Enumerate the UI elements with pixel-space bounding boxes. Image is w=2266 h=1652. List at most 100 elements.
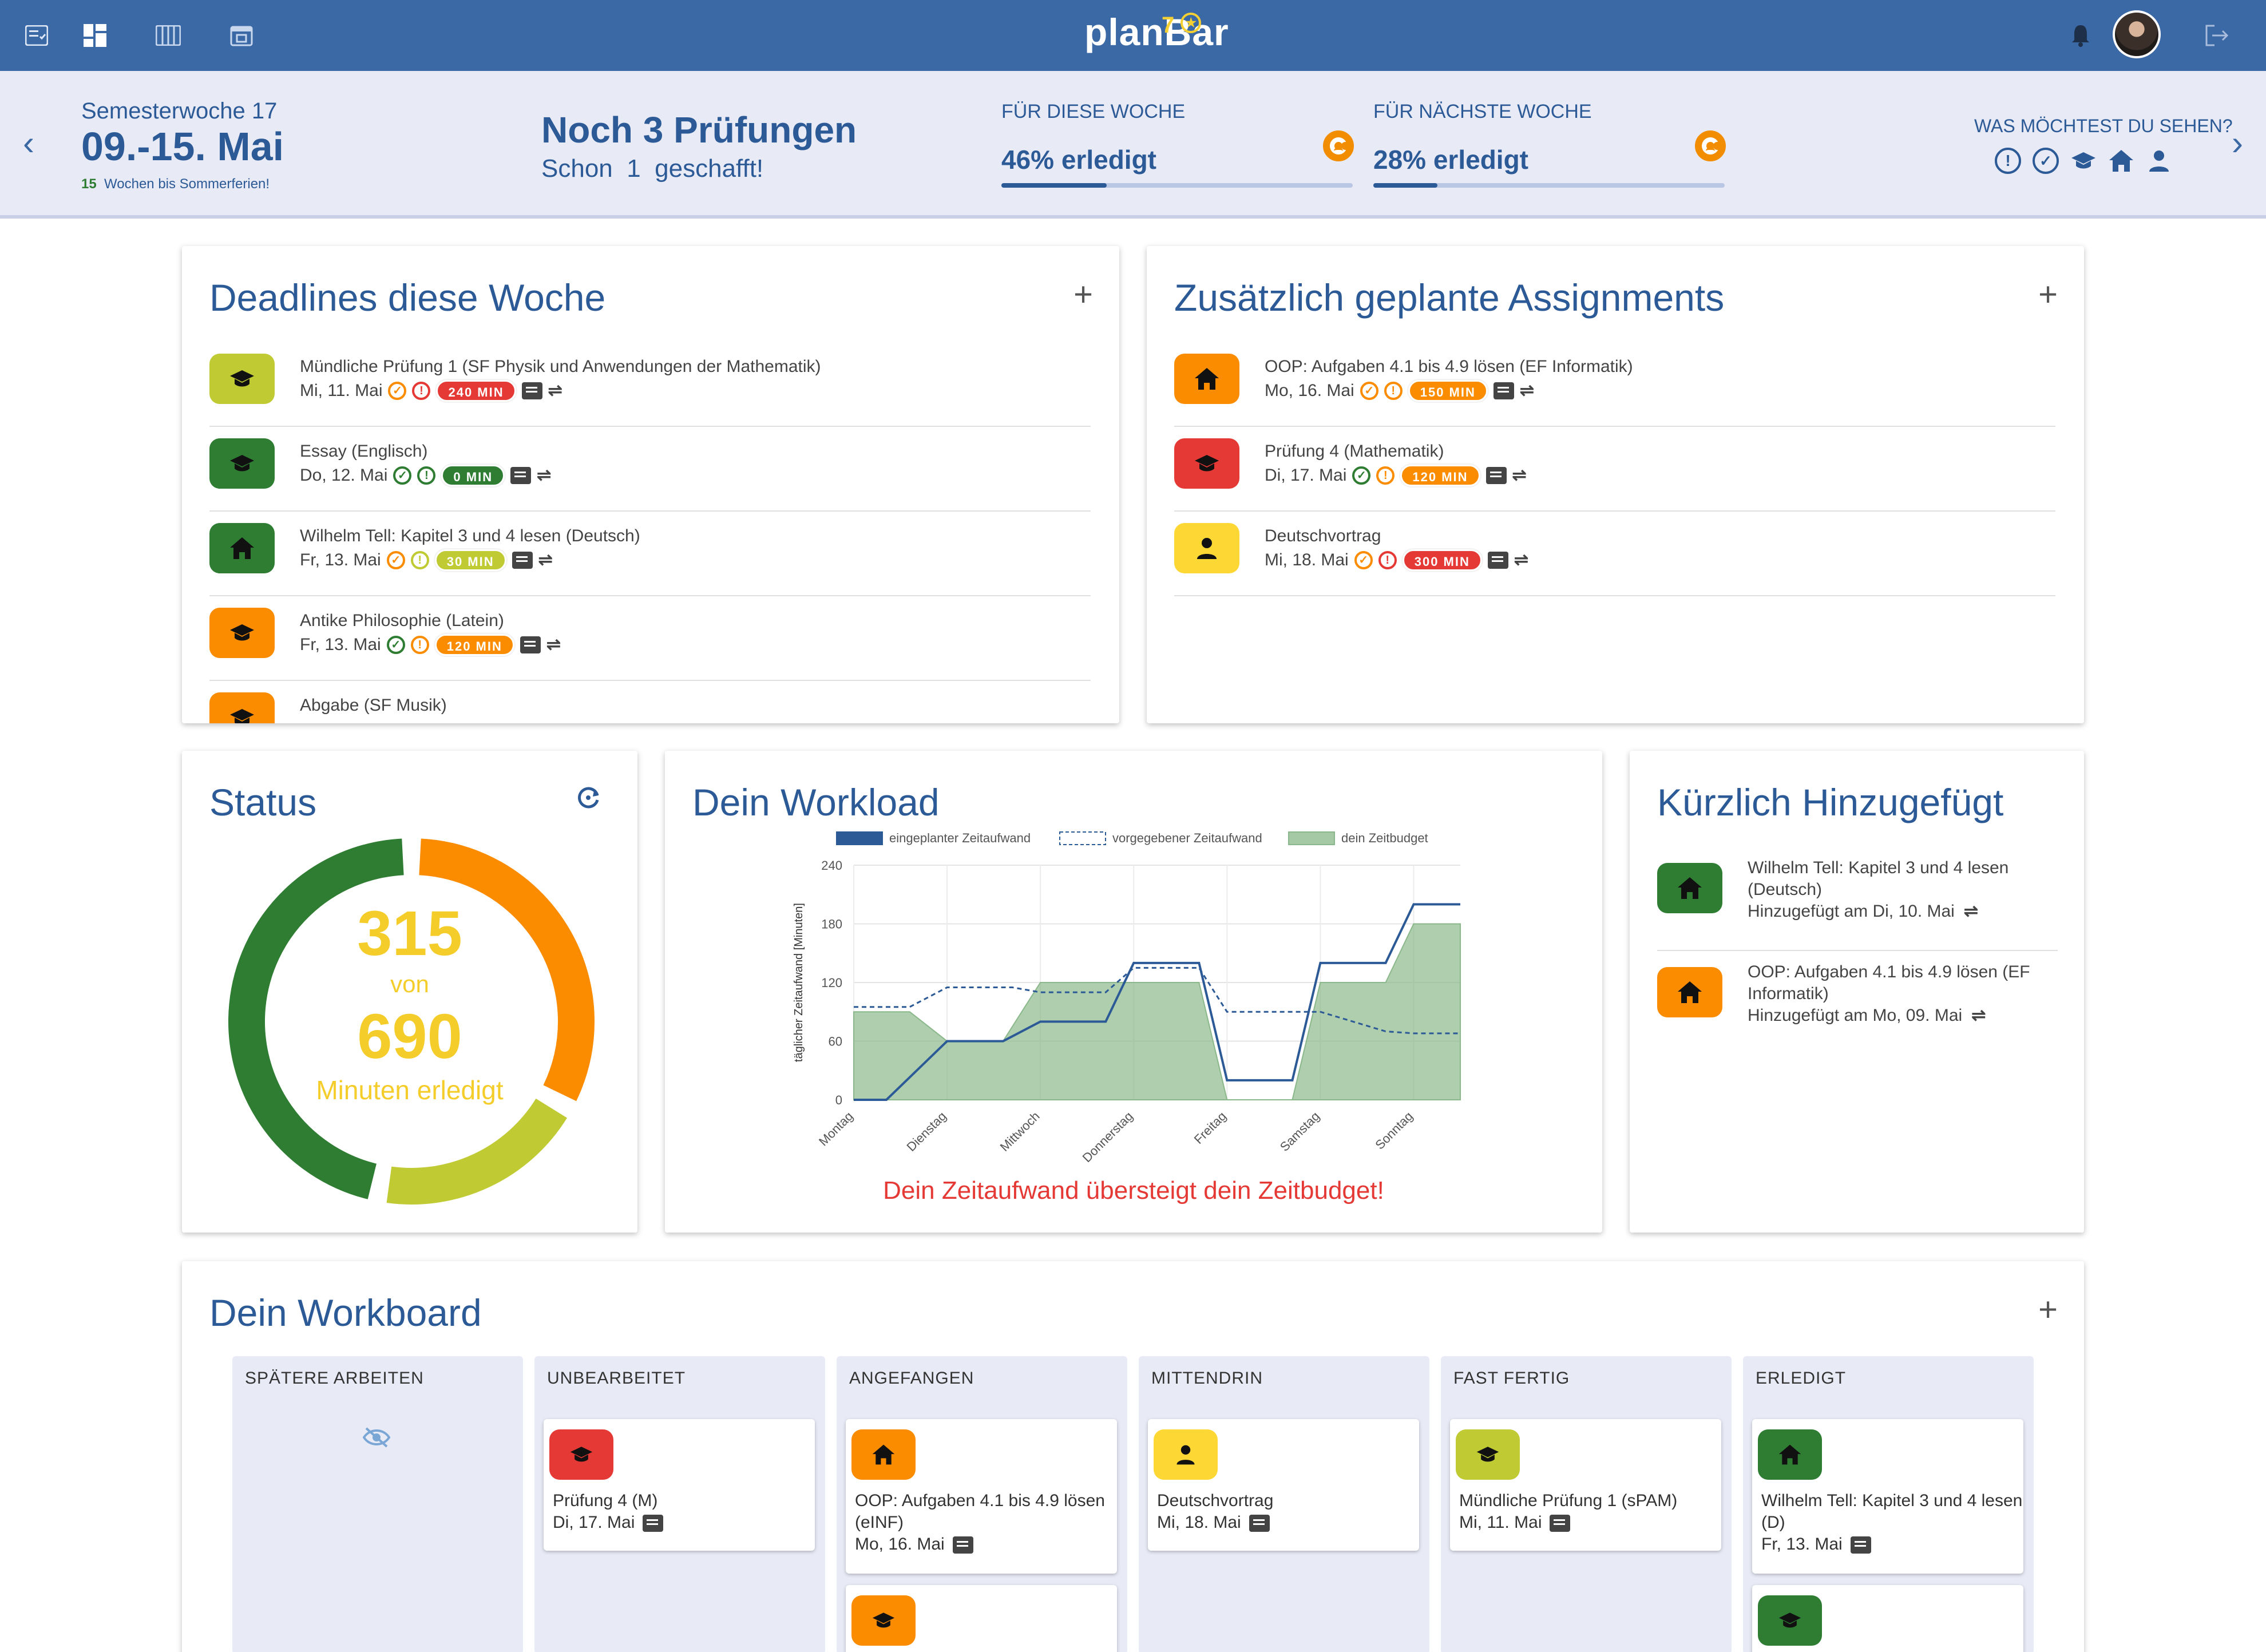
check-circle-icon[interactable]: ✓ bbox=[2033, 148, 2059, 174]
notes-icon[interactable] bbox=[1850, 1536, 1871, 1554]
workload-chart: eingeplanter Zeitaufwand vorgegebener Zei… bbox=[793, 831, 1461, 1163]
deadlines-card: Deadlines diese Woche + Mündliche Prüfun… bbox=[182, 246, 1119, 723]
exclamation-icon[interactable]: ! bbox=[1995, 148, 2021, 174]
y-tick-label: 180 bbox=[821, 917, 842, 932]
card-date-row: Fr, 13. Mai bbox=[1761, 1534, 2022, 1555]
list-item[interactable]: Deutschvortrag Mi, 18. Mai ✓! 300 MIN ⇌ bbox=[1174, 512, 2055, 596]
dashboard-icon[interactable] bbox=[79, 19, 111, 51]
list-item[interactable]: Abgabe (SF Musik) bbox=[209, 681, 1091, 723]
refresh-icon[interactable] bbox=[575, 784, 602, 814]
notes-icon[interactable] bbox=[643, 1515, 664, 1532]
link-icon[interactable]: ⇌ bbox=[1971, 1005, 1986, 1027]
calendar-icon[interactable] bbox=[225, 19, 258, 51]
x-tick-label: Donnerstag bbox=[1080, 1109, 1136, 1163]
logout-icon[interactable] bbox=[2201, 19, 2233, 51]
check-circle-icon[interactable]: ✓ bbox=[1354, 551, 1373, 569]
check-circle-icon[interactable]: ✓ bbox=[386, 636, 405, 654]
exclamation-icon[interactable]: ! bbox=[1378, 551, 1397, 569]
link-icon[interactable]: ⇌ bbox=[538, 548, 553, 572]
list-check-icon[interactable] bbox=[21, 19, 53, 51]
link-icon[interactable]: ⇌ bbox=[537, 463, 551, 488]
previous-week-arrow-icon[interactable]: ‹ bbox=[11, 126, 46, 160]
calendar-grid-icon[interactable] bbox=[152, 19, 184, 51]
link-icon[interactable]: ⇌ bbox=[546, 633, 561, 657]
item-text: Antike Philosophie (Latein) Fr, 13. Mai ✓!… bbox=[300, 609, 561, 657]
weeks-until-holidays: 15 Wochen bis Sommerferien! bbox=[81, 176, 270, 192]
notes-icon[interactable] bbox=[1550, 1515, 1571, 1532]
add-workboard-item-button[interactable]: + bbox=[2034, 1293, 2062, 1326]
workboard-column: ERLEDIGT Wilhelm Tell: Kapitel 3 und 4 le… bbox=[1743, 1356, 2034, 1652]
workboard-card-item[interactable]: Deutschvortrag Mi, 18. Mai bbox=[1148, 1419, 1419, 1551]
list-item[interactable]: Mündliche Prüfung 1 (SF Physik und Anwen… bbox=[209, 342, 1091, 427]
exclamation-icon[interactable]: ! bbox=[1384, 382, 1403, 400]
bell-icon[interactable] bbox=[2065, 19, 2097, 51]
donut-segment-lime bbox=[386, 1098, 567, 1205]
notes-icon[interactable] bbox=[952, 1536, 973, 1554]
recent-item[interactable]: Wilhelm Tell: Kapitel 3 und 4 lesen (Deut… bbox=[1657, 848, 2058, 951]
list-item[interactable]: Wilhelm Tell: Kapitel 3 und 4 lesen (Deu… bbox=[209, 512, 1091, 596]
home-icon bbox=[851, 1429, 916, 1480]
item-date: Mi, 11. Mai bbox=[300, 381, 383, 400]
workboard-card-item[interactable]: Wilhelm Tell: Kapitel 3 und 4 lesen (D) Fr… bbox=[1752, 1419, 2023, 1574]
column-header: UNBEARBEITET bbox=[547, 1369, 686, 1388]
minutes-done: 315 bbox=[357, 898, 462, 969]
list-item[interactable]: Prüfung 4 (Mathematik) Di, 17. Mai ✓! 120 M… bbox=[1174, 427, 2055, 512]
workboard-title: Dein Workboard bbox=[209, 1292, 482, 1334]
link-icon[interactable]: ⇌ bbox=[1520, 379, 1534, 403]
workboard-card-item[interactable]: OOP: Aufgaben 4.1 bis 4.9 lösen (eINF) Mo,… bbox=[846, 1419, 1117, 1574]
notes-icon[interactable] bbox=[1493, 382, 1514, 399]
column-header: ERLEDIGT bbox=[1756, 1369, 1847, 1388]
notes-icon[interactable] bbox=[521, 382, 542, 399]
status-card: Status 315 von 690 Minuten erledigt bbox=[182, 751, 637, 1233]
check-circle-icon[interactable]: ✓ bbox=[386, 551, 405, 569]
item-text: Essay (Englisch) Do, 12. Mai ✓! 0 MIN ⇌ bbox=[300, 439, 551, 488]
list-item[interactable]: OOP: Aufgaben 4.1 bis 4.9 lösen (EF Info… bbox=[1174, 342, 2055, 427]
workboard-card-text: Wilhelm Tell: Kapitel 3 und 4 lesen (D) Fr… bbox=[1761, 1490, 2022, 1555]
eye-off-icon[interactable] bbox=[362, 1427, 391, 1451]
item-title: Abgabe (SF Musik) bbox=[300, 696, 447, 715]
next-week-progress bbox=[1373, 183, 1725, 188]
workboard-card-item[interactable]: Prüfung 4 (M) Di, 17. Mai bbox=[544, 1419, 815, 1551]
exclamation-icon[interactable]: ! bbox=[410, 636, 429, 654]
person-icon[interactable] bbox=[2146, 148, 2172, 177]
x-tick-label: Dienstag bbox=[904, 1109, 949, 1154]
next-week-arrow-icon[interactable]: › bbox=[2220, 126, 2255, 160]
workboard-card-item[interactable] bbox=[846, 1585, 1117, 1652]
notes-icon[interactable] bbox=[512, 552, 533, 569]
home-icon bbox=[209, 523, 275, 573]
check-circle-icon[interactable]: ✓ bbox=[1352, 466, 1371, 485]
item-meta: Mi, 11. Mai ✓! 240 MIN ⇌ bbox=[300, 379, 821, 403]
check-circle-icon[interactable]: ✓ bbox=[388, 382, 407, 400]
home-icon[interactable] bbox=[2108, 148, 2134, 177]
add-assignment-button[interactable]: + bbox=[2034, 278, 2062, 311]
notes-icon[interactable] bbox=[1485, 467, 1507, 484]
add-deadline-button[interactable]: + bbox=[1069, 278, 1098, 311]
exclamation-icon[interactable]: ! bbox=[412, 382, 431, 400]
check-circle-icon[interactable]: ✓ bbox=[393, 466, 412, 485]
notes-icon[interactable] bbox=[520, 636, 541, 653]
exclamation-icon[interactable]: ! bbox=[410, 551, 429, 569]
workboard-card-item[interactable]: Mündliche Prüfung 1 (sPAM) Mi, 11. Mai bbox=[1450, 1419, 1721, 1551]
graduation-cap-icon bbox=[209, 438, 275, 489]
graduation-cap-icon[interactable] bbox=[2070, 148, 2097, 177]
recent-item[interactable]: OOP: Aufgaben 4.1 bis 4.9 lösen (EF Infor… bbox=[1657, 952, 2058, 1055]
list-item[interactable]: Essay (Englisch) Do, 12. Mai ✓! 0 MIN ⇌ bbox=[209, 427, 1091, 512]
legend-swatch bbox=[836, 831, 883, 845]
exclamation-icon[interactable]: ! bbox=[417, 466, 436, 485]
link-icon[interactable]: ⇌ bbox=[548, 379, 562, 403]
link-icon[interactable]: ⇌ bbox=[1514, 548, 1528, 572]
item-date: Do, 12. Mai bbox=[300, 466, 388, 485]
exclamation-icon[interactable]: ! bbox=[1376, 466, 1395, 485]
notes-icon[interactable] bbox=[1249, 1515, 1270, 1532]
link-icon[interactable]: ⇌ bbox=[1512, 463, 1527, 488]
notes-icon[interactable] bbox=[510, 467, 532, 484]
workboard-column: UNBEARBEITET Prüfung 4 (M) Di, 17. Mai bbox=[534, 1356, 825, 1652]
list-item[interactable]: Antike Philosophie (Latein) Fr, 13. Mai ✓!… bbox=[209, 596, 1091, 681]
notes-icon[interactable] bbox=[1487, 552, 1508, 569]
minutes-badge: 240 MIN bbox=[436, 380, 516, 402]
workboard-card-item[interactable] bbox=[1752, 1585, 2023, 1652]
brand-version: 7 ★ bbox=[1162, 13, 1202, 38]
check-circle-icon[interactable]: ✓ bbox=[1360, 382, 1378, 400]
link-icon[interactable]: ⇌ bbox=[1964, 901, 1978, 922]
avatar[interactable] bbox=[2113, 10, 2161, 58]
